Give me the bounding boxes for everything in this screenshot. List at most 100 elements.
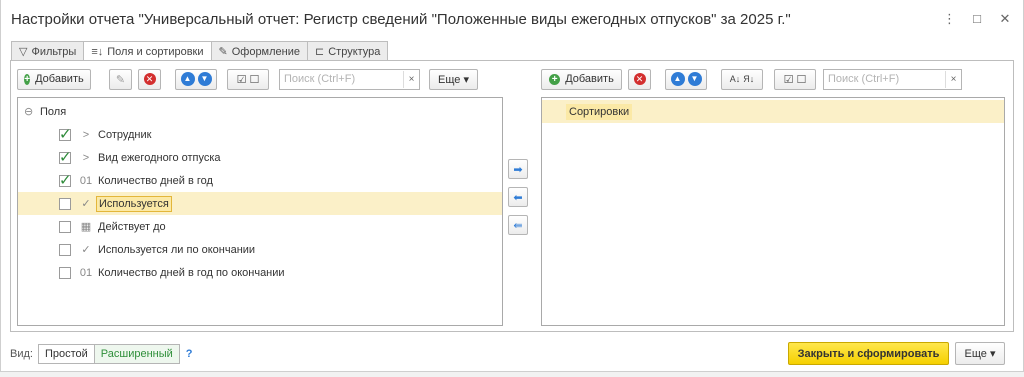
add-field-button[interactable]: + Добавить <box>17 68 91 90</box>
field-checkbox[interactable] <box>59 125 72 143</box>
fields-search: × <box>279 68 420 90</box>
check-all-icon[interactable]: ☑ <box>784 73 794 86</box>
move-right-button[interactable]: ➡ <box>508 159 528 179</box>
maximize-icon[interactable]: □ <box>971 11 983 27</box>
window-title: Настройки отчета "Универсальный отчет: Р… <box>11 11 791 28</box>
tab-bar: ▽ Фильтры ≡↓ Поля и сортировки ✎ Оформле… <box>11 41 389 62</box>
field-checkbox[interactable] <box>59 243 71 256</box>
field-checkbox[interactable] <box>59 171 72 189</box>
fields-search-input[interactable] <box>280 69 403 89</box>
move-all-left-button[interactable]: ⇚ <box>508 215 528 235</box>
move-left-button[interactable]: ⬅ <box>508 187 528 207</box>
sort-direction-buttons: A↓ Я↓ <box>721 68 763 90</box>
move-down-icon[interactable]: ▼ <box>197 72 212 86</box>
list-item[interactable]: ✓ Используется ли по окончании <box>18 238 502 261</box>
arrow-left-icon: ⬅ <box>513 191 523 204</box>
view-label: Вид: <box>10 348 33 360</box>
delete-icon: ✕ <box>633 73 646 85</box>
root-label: Поля <box>40 105 67 118</box>
clear-icon[interactable]: × <box>945 70 961 88</box>
edit-button[interactable]: ✎ <box>109 68 132 90</box>
window-controls: ⋮ □ ✕ <box>943 11 1011 27</box>
expand-icon[interactable]: > <box>77 152 95 164</box>
list-item[interactable]: 01 Количество дней в год по окончании <box>18 261 502 284</box>
field-label: Используется <box>96 195 172 212</box>
tab-fields-sorting[interactable]: ≡↓ Поля и сортировки <box>83 41 212 62</box>
field-label: Используется ли по окончании <box>98 243 256 256</box>
sort-move-buttons: ▲ ▼ <box>665 68 707 90</box>
close-icon[interactable]: ✕ <box>999 11 1011 27</box>
delete-sort-button[interactable]: ✕ <box>628 68 651 90</box>
tab-filters[interactable]: ▽ Фильтры <box>11 41 85 61</box>
field-label: Сотрудник <box>98 128 152 141</box>
view-extended-button[interactable]: Расширенный <box>94 345 179 363</box>
footer-more-button[interactable]: Еще ▾ <box>955 342 1005 365</box>
delete-icon: ✕ <box>143 73 156 85</box>
tab-label: Оформление <box>231 45 300 58</box>
sorting-search-input[interactable] <box>824 69 945 89</box>
structure-icon: ⊏ <box>315 46 325 58</box>
settings-window: Настройки отчета "Универсальный отчет: Р… <box>0 0 1024 372</box>
sorting-root[interactable]: Сортировки <box>542 100 1004 123</box>
tab-structure[interactable]: ⊏ Структура <box>307 41 389 61</box>
field-checkbox[interactable] <box>59 266 71 279</box>
field-checkbox[interactable] <box>59 197 71 210</box>
number-type-icon: 01 <box>79 266 93 279</box>
transfer-buttons: ➡ ⬅ ⇚ <box>508 159 528 235</box>
background-strip <box>0 372 1024 377</box>
check-all-icon[interactable]: ☑ <box>237 73 247 86</box>
boolean-type-icon: ✓ <box>81 244 91 256</box>
sort-ascending-icon[interactable]: A↓ <box>730 74 741 84</box>
sort-descending-icon[interactable]: Я↓ <box>743 74 754 84</box>
sort-check-buttons: ☑ ☐ <box>774 68 816 90</box>
field-label: Количество дней в год по окончании <box>98 266 285 279</box>
list-item[interactable]: 01 Количество дней в год <box>18 169 502 192</box>
sort-fields-icon: ≡↓ <box>91 46 104 58</box>
more-actions-icon[interactable]: ⋮ <box>943 11 956 27</box>
field-label: Вид ежегодного отпуска <box>98 151 221 164</box>
close-and-generate-button[interactable]: Закрыть и сформировать <box>788 342 949 365</box>
boolean-type-icon: ✓ <box>81 198 91 210</box>
list-item[interactable]: > Вид ежегодного отпуска <box>18 146 502 169</box>
expand-icon[interactable]: > <box>77 129 95 141</box>
tab-appearance[interactable]: ✎ Оформление <box>210 41 308 61</box>
move-buttons: ▲ ▼ <box>175 68 217 90</box>
arrow-right-icon: ➡ <box>513 163 523 176</box>
list-item[interactable]: ▦ Действует до <box>18 215 502 238</box>
list-item-selected[interactable]: ✓ Используется <box>18 192 502 215</box>
fields-tree: ⊖ Поля > Сотрудник > Вид ежегодного отпу… <box>17 97 503 326</box>
move-up-icon[interactable]: ▲ <box>670 72 685 86</box>
field-label: Действует до <box>98 220 166 233</box>
delete-button[interactable]: ✕ <box>138 68 161 90</box>
tab-label: Фильтры <box>31 45 77 58</box>
tab-label: Структура <box>328 45 381 58</box>
tree-root[interactable]: ⊖ Поля <box>18 100 502 123</box>
collapse-icon[interactable]: ⊖ <box>24 105 40 118</box>
list-item[interactable]: > Сотрудник <box>18 123 502 146</box>
view-simple-button[interactable]: Простой <box>38 345 95 363</box>
number-type-icon: 01 <box>79 174 93 187</box>
filter-icon: ▽ <box>19 46 28 58</box>
sorting-search: × <box>823 68 962 90</box>
check-buttons: ☑ ☐ <box>227 68 269 90</box>
view-mode-switch: Простой Расширенный <box>37 344 180 364</box>
pencil-icon: ✎ <box>115 73 126 86</box>
field-checkbox[interactable] <box>59 148 72 166</box>
help-icon[interactable]: ? <box>186 348 193 360</box>
clear-icon[interactable]: × <box>403 70 419 88</box>
footer-view: Вид: Простой Расширенный ? <box>10 343 193 365</box>
brush-icon: ✎ <box>218 46 228 58</box>
add-icon: + <box>549 73 561 85</box>
uncheck-all-icon[interactable]: ☐ <box>250 73 260 86</box>
uncheck-all-icon[interactable]: ☐ <box>797 73 807 86</box>
title-bar: Настройки отчета "Универсальный отчет: Р… <box>9 11 1023 33</box>
add-label: Добавить <box>35 73 84 85</box>
left-more-button[interactable]: Еще ▾ <box>429 68 478 90</box>
move-down-icon[interactable]: ▼ <box>687 72 702 86</box>
fields-toolbar: + Добавить ✎ ✕ ▲ ▼ ☑ ☐ × Еще ▾ <box>17 68 478 90</box>
arrow-left-all-icon: ⇚ <box>513 219 523 232</box>
add-sort-button[interactable]: + Добавить <box>541 68 622 90</box>
move-up-icon[interactable]: ▲ <box>180 72 195 86</box>
field-checkbox[interactable] <box>59 220 71 233</box>
add-icon: + <box>24 73 31 85</box>
